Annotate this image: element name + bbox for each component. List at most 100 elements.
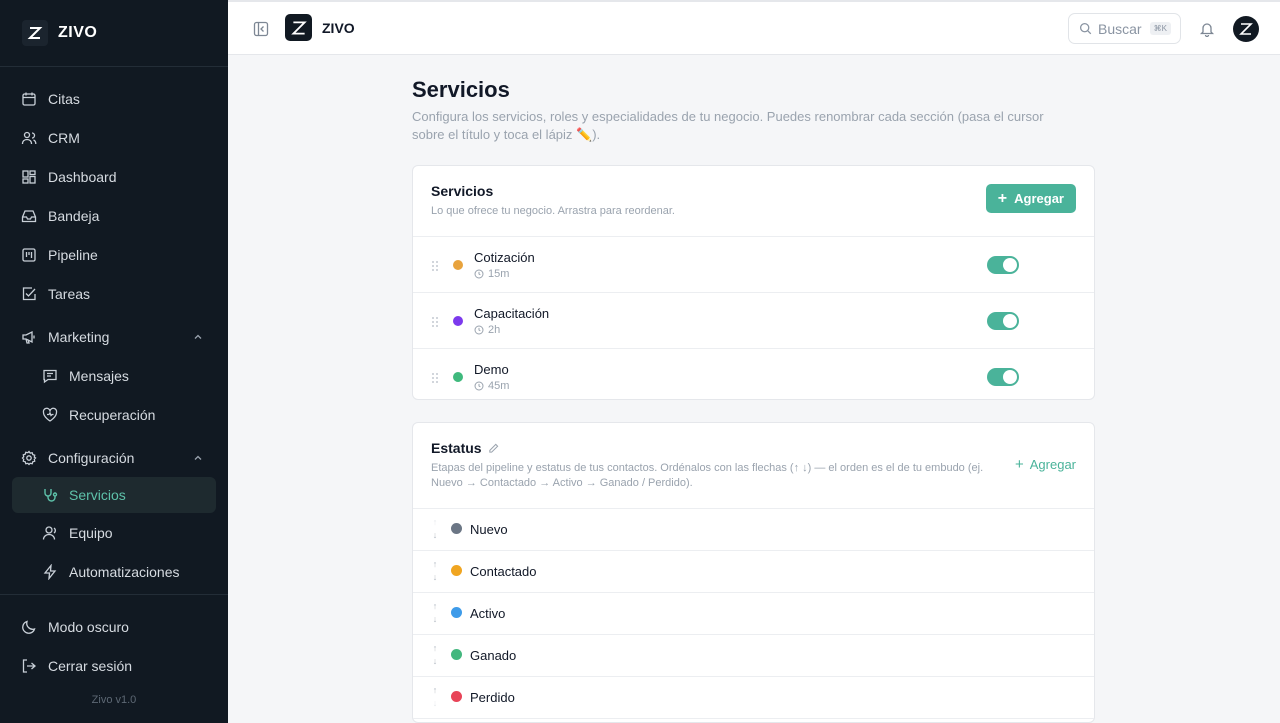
sidebar-item-configuracion[interactable]: Configuración xyxy=(0,438,228,477)
drag-handle-icon[interactable] xyxy=(431,371,439,383)
move-down-icon[interactable]: ↓ xyxy=(429,697,441,710)
clock-icon xyxy=(474,269,484,279)
clock-icon xyxy=(474,325,484,335)
gear-icon xyxy=(21,450,37,466)
status-card-header: Estatus Etapas del pipeline y estatus de… xyxy=(413,423,1094,509)
chevron-up-icon[interactable] xyxy=(192,330,204,342)
add-service-button[interactable]: + Agregar xyxy=(985,184,1076,213)
dark-mode-toggle[interactable]: Modo oscuro xyxy=(0,607,228,646)
service-enabled-toggle[interactable] xyxy=(987,312,1019,330)
move-up-icon[interactable]: ↑ xyxy=(429,516,441,529)
status-name: Nuevo xyxy=(470,522,508,537)
sidebar-item-label: Equipo xyxy=(69,524,113,541)
move-down-icon[interactable]: ↓ xyxy=(429,571,441,584)
sidebar-item-label: Tareas xyxy=(48,285,91,302)
sidebar-collapse-icon[interactable] xyxy=(253,21,269,37)
service-duration: 2h xyxy=(474,324,500,336)
move-up-icon[interactable]: ↑ xyxy=(429,642,441,655)
sidebar-item-recuperacion[interactable]: Recuperación xyxy=(0,395,228,434)
status-name: Perdido xyxy=(470,690,515,705)
reorder-arrows[interactable]: ↑ ↓ xyxy=(429,684,441,710)
calendar-icon xyxy=(21,91,37,107)
sidebar-item-equipo[interactable]: Equipo xyxy=(0,513,228,552)
megaphone-icon xyxy=(21,329,37,345)
chevron-up-icon[interactable] xyxy=(192,451,204,463)
status-name: Contactado xyxy=(470,564,537,579)
service-row[interactable]: Cotización 15m xyxy=(413,237,1094,293)
move-up-icon[interactable]: ↑ xyxy=(429,558,441,571)
zivo-logo-icon xyxy=(285,14,312,41)
sidebar-item-label: Servicios xyxy=(69,487,126,503)
page-description: Configura los servicios, roles y especia… xyxy=(412,109,1044,142)
add-status-button[interactable]: + Agregar xyxy=(1015,456,1076,473)
sidebar-item-tareas[interactable]: Tareas xyxy=(0,274,228,313)
services-title: Servicios xyxy=(431,183,494,199)
plus-icon: + xyxy=(1014,456,1024,473)
service-name: Cotización xyxy=(474,250,535,265)
page-title: Servicios xyxy=(412,77,510,102)
sidebar-divider xyxy=(0,594,228,595)
add-service-label: Agregar xyxy=(1014,191,1064,206)
service-duration: 45m xyxy=(474,380,509,392)
sidebar-item-label: Automatizaciones xyxy=(69,563,180,580)
sidebar-item-mensajes[interactable]: Mensajes xyxy=(0,356,228,395)
sidebar-item-label: Mensajes xyxy=(69,367,129,384)
status-row[interactable]: ↑ ↓ Ganado xyxy=(413,635,1094,677)
sidebar: ZIVO Citas CRM Dashboard Bandeja Pipelin… xyxy=(0,0,228,723)
sidebar-item-label: Cerrar sesión xyxy=(48,657,133,674)
pencil-icon[interactable] xyxy=(488,443,499,454)
service-row[interactable]: Demo 45m xyxy=(413,349,1094,399)
move-down-icon[interactable]: ↓ xyxy=(429,613,441,626)
user-icon xyxy=(42,525,58,541)
status-row[interactable]: ↑ ↓ Perdido xyxy=(413,677,1094,719)
move-down-icon[interactable]: ↓ xyxy=(429,655,441,668)
move-down-icon[interactable]: ↓ xyxy=(429,529,441,542)
service-enabled-toggle[interactable] xyxy=(987,256,1019,274)
service-duration-value: 45m xyxy=(488,380,510,392)
sidebar-item-marketing[interactable]: Marketing xyxy=(0,317,228,356)
service-color-dot xyxy=(453,316,463,326)
drag-handle-icon[interactable] xyxy=(431,259,439,271)
reorder-arrows[interactable]: ↑ ↓ xyxy=(429,600,441,626)
sidebar-item-dashboard[interactable]: Dashboard xyxy=(0,157,228,196)
reorder-arrows[interactable]: ↑ ↓ xyxy=(429,558,441,584)
service-name: Capacitación xyxy=(474,306,550,321)
sidebar-item-label: CRM xyxy=(48,129,80,146)
sidebar-bottom-nav: Modo oscuro Cerrar sesión xyxy=(0,607,228,685)
add-status-label: Agregar xyxy=(1029,457,1076,472)
search-placeholder: Buscar xyxy=(1098,20,1142,37)
avatar[interactable] xyxy=(1233,16,1259,42)
status-title-wrap: Estatus xyxy=(431,440,1076,456)
reorder-arrows[interactable]: ↑ ↓ xyxy=(429,516,441,542)
status-row[interactable]: ↑ ↓ Nuevo xyxy=(413,509,1094,551)
search-input[interactable]: Buscar ⌘K xyxy=(1068,13,1181,44)
sidebar-item-crm[interactable]: CRM xyxy=(0,118,228,157)
move-up-icon[interactable]: ↑ xyxy=(429,684,441,697)
sidebar-item-automatizaciones[interactable]: Automatizaciones xyxy=(0,552,228,591)
sidebar-item-servicios[interactable]: Servicios xyxy=(12,477,216,513)
status-name: Ganado xyxy=(470,648,517,663)
brand-name: ZIVO xyxy=(58,24,98,41)
reorder-arrows[interactable]: ↑ ↓ xyxy=(429,642,441,668)
services-subtitle: Lo que ofrece tu negocio. Arrastra para … xyxy=(431,205,675,217)
users-icon xyxy=(21,130,37,146)
bell-icon[interactable] xyxy=(1199,21,1215,38)
sidebar-item-pipeline[interactable]: Pipeline xyxy=(0,235,228,274)
sidebar-item-label: Citas xyxy=(48,90,80,107)
sidebar-item-label: Modo oscuro xyxy=(48,618,129,635)
sidebar-item-bandeja[interactable]: Bandeja xyxy=(0,196,228,235)
status-color-dot xyxy=(451,607,462,618)
sidebar-item-citas[interactable]: Citas xyxy=(0,79,228,118)
move-up-icon[interactable]: ↑ xyxy=(429,600,441,613)
service-row[interactable]: Capacitación 2h xyxy=(413,293,1094,349)
status-title: Estatus xyxy=(431,440,482,456)
logout-button[interactable]: Cerrar sesión xyxy=(0,646,228,685)
service-color-dot xyxy=(453,260,463,270)
brand[interactable]: ZIVO xyxy=(0,0,228,67)
status-row[interactable]: ↑ ↓ Activo xyxy=(413,593,1094,635)
moon-icon xyxy=(21,619,37,635)
sidebar-item-label: Dashboard xyxy=(48,168,117,185)
drag-handle-icon[interactable] xyxy=(431,315,439,327)
status-row[interactable]: ↑ ↓ Contactado xyxy=(413,551,1094,593)
service-enabled-toggle[interactable] xyxy=(987,368,1019,386)
